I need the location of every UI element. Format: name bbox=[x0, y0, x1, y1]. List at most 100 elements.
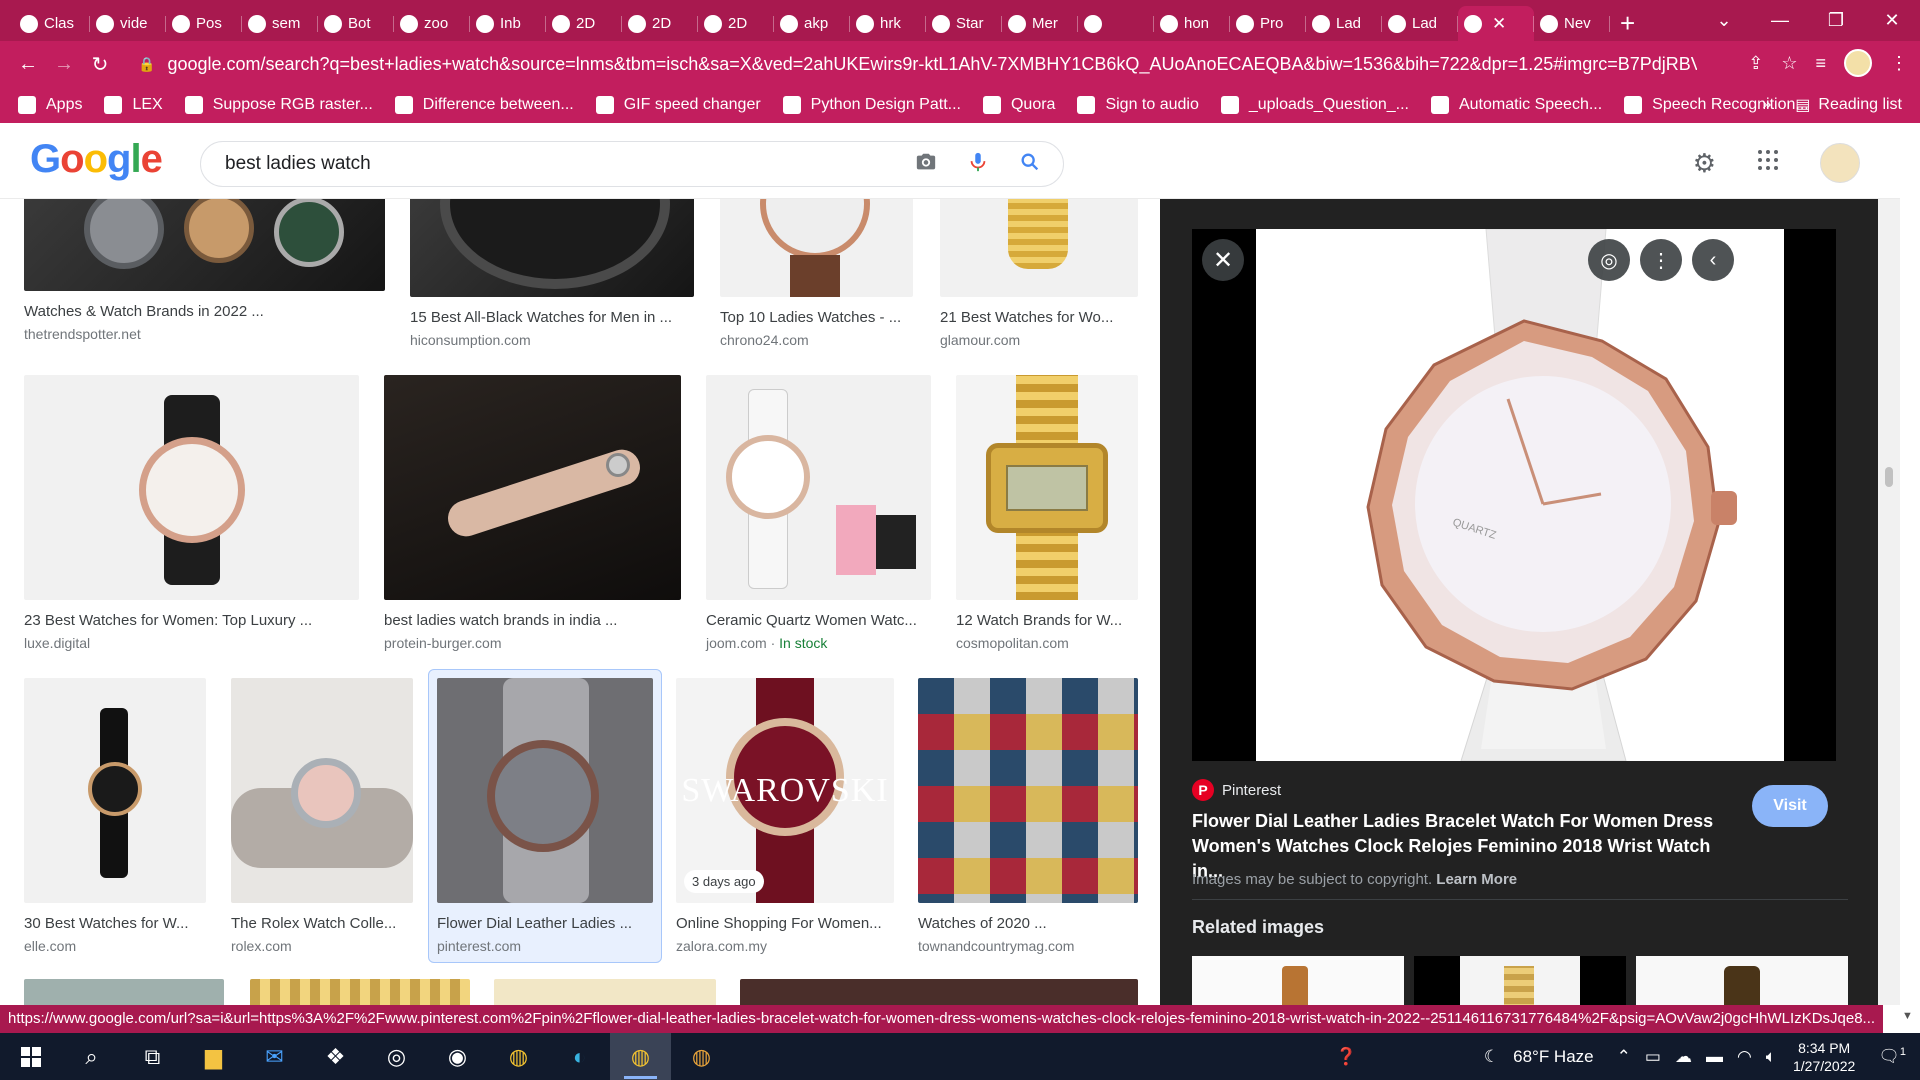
result-thumbnail[interactable] bbox=[918, 678, 1138, 903]
tab[interactable]: Pro bbox=[1230, 6, 1306, 41]
task-view-icon[interactable]: ⧉ bbox=[122, 1033, 183, 1080]
result-title[interactable]: Online Shopping For Women... bbox=[676, 915, 894, 932]
result-card[interactable] bbox=[494, 979, 716, 1005]
weather-text[interactable]: 68°F Haze bbox=[1513, 1047, 1594, 1067]
clock[interactable]: 8:34 PM 1/27/2022 bbox=[1793, 1039, 1855, 1075]
tab[interactable]: sem bbox=[242, 6, 318, 41]
result-thumbnail[interactable] bbox=[956, 375, 1138, 600]
result-title[interactable]: Flower Dial Leather Ladies ... bbox=[437, 915, 653, 932]
related-image[interactable] bbox=[1636, 956, 1848, 1005]
apps-grid-icon[interactable] bbox=[1756, 148, 1780, 179]
bookmarks-overflow-chevron[interactable]: » bbox=[1762, 96, 1771, 114]
result-title[interactable]: Top 10 Ladies Watches - ... bbox=[720, 309, 913, 326]
bookmark-item[interactable]: Apps bbox=[18, 96, 82, 114]
preview-source[interactable]: P Pinterest bbox=[1192, 779, 1281, 801]
result-thumbnail[interactable] bbox=[940, 199, 1138, 297]
tab[interactable]: Bot bbox=[318, 6, 394, 41]
search-icon[interactable]: ⌕ bbox=[61, 1033, 122, 1080]
result-card[interactable]: Watches of 2020 ... townandcountrymag.co… bbox=[918, 678, 1138, 954]
microphone-icon[interactable] bbox=[967, 151, 989, 179]
onedrive-cloud-icon[interactable]: ☁ bbox=[1675, 1047, 1692, 1067]
tab[interactable]: hon bbox=[1154, 6, 1230, 41]
visit-button[interactable]: Visit bbox=[1752, 785, 1828, 827]
tab[interactable]: Star bbox=[926, 6, 1002, 41]
address-url[interactable]: google.com/search?q=best+ladies+watch&so… bbox=[167, 54, 1697, 75]
result-thumbnail[interactable] bbox=[384, 375, 681, 600]
result-thumbnail[interactable] bbox=[410, 199, 694, 297]
account-avatar[interactable] bbox=[1820, 143, 1860, 183]
search-input[interactable]: best ladies watch bbox=[225, 153, 371, 175]
tab-active[interactable]: ✕ bbox=[1458, 6, 1534, 41]
bookmark-item[interactable]: _uploads_Question_... bbox=[1220, 96, 1409, 114]
result-title[interactable]: 23 Best Watches for Women: Top Luxury ..… bbox=[24, 612, 359, 629]
back-button[interactable]: ← bbox=[10, 53, 46, 76]
wifi-icon[interactable]: ◠ bbox=[1737, 1047, 1752, 1067]
chrome-canary-icon[interactable]: ◍ bbox=[671, 1033, 732, 1080]
lock-icon[interactable]: 🔒 bbox=[138, 56, 155, 73]
reading-list-button[interactable]: ▤ Reading list bbox=[1795, 95, 1902, 115]
mail-icon[interactable]: ✉ bbox=[244, 1033, 305, 1080]
menu-kebab-icon[interactable]: ⋮ bbox=[1890, 53, 1908, 74]
reload-button[interactable]: ↻ bbox=[82, 52, 118, 77]
chrome-active-icon[interactable]: ◍ bbox=[610, 1033, 671, 1080]
new-tab-button[interactable]: + bbox=[1620, 6, 1635, 41]
next-image-icon[interactable]: › bbox=[1744, 239, 1786, 281]
notifications-icon[interactable]: 🗨︎1 bbox=[1878, 1046, 1906, 1067]
minimize-button[interactable]: — bbox=[1752, 10, 1808, 31]
page-scrollbar[interactable] bbox=[1878, 199, 1900, 1005]
related-image[interactable] bbox=[1192, 956, 1404, 1005]
result-card[interactable]: 23 Best Watches for Women: Top Luxury ..… bbox=[24, 375, 359, 651]
address-bar[interactable]: 🔒 google.com/search?q=best+ladies+watch&… bbox=[138, 47, 1768, 81]
learn-more-link[interactable]: Learn More bbox=[1436, 871, 1517, 888]
forward-button[interactable]: → bbox=[46, 53, 82, 76]
result-thumbnail[interactable] bbox=[706, 375, 931, 600]
restore-button[interactable]: ❐ bbox=[1808, 10, 1864, 31]
result-card[interactable]: 15 Best All-Black Watches for Men in ...… bbox=[410, 199, 694, 348]
result-title[interactable]: Watches of 2020 ... bbox=[918, 915, 1138, 932]
preview-image[interactable]: QUARTZ bbox=[1256, 229, 1784, 761]
share-icon[interactable]: ⇪ bbox=[1748, 53, 1763, 74]
tab[interactable]: Inb bbox=[470, 6, 546, 41]
bookmark-item[interactable]: Difference between... bbox=[394, 96, 574, 114]
result-card[interactable]: Watches & Watch Brands in 2022 ... thetr… bbox=[24, 199, 385, 342]
result-card[interactable] bbox=[740, 979, 1138, 1005]
battery-icon[interactable]: ▬ bbox=[1706, 1047, 1723, 1067]
result-card[interactable]: 12 Watch Brands for W... cosmopolitan.co… bbox=[956, 375, 1138, 651]
tab-close-icon[interactable]: ✕ bbox=[1492, 14, 1506, 34]
close-window-button[interactable]: ✕ bbox=[1864, 10, 1920, 31]
previous-image-icon[interactable]: ‹ bbox=[1692, 239, 1734, 281]
app-circle-icon[interactable]: ◎ bbox=[366, 1033, 427, 1080]
volume-icon[interactable]: 🔈︎ bbox=[1766, 1047, 1776, 1067]
result-thumbnail[interactable] bbox=[437, 678, 653, 903]
tab[interactable]: Lad bbox=[1306, 6, 1382, 41]
tab[interactable]: 2D bbox=[622, 6, 698, 41]
tab[interactable]: vide bbox=[90, 6, 166, 41]
bookmark-item[interactable]: LEX bbox=[104, 96, 163, 114]
result-thumbnail[interactable] bbox=[720, 199, 913, 297]
result-card[interactable]: 30 Best Watches for W... elle.com bbox=[24, 678, 206, 954]
tab[interactable]: zoo bbox=[394, 6, 470, 41]
camera-app-icon[interactable]: ◉ bbox=[427, 1033, 488, 1080]
result-thumbnail[interactable] bbox=[231, 678, 413, 903]
result-title[interactable]: 30 Best Watches for W... bbox=[24, 915, 206, 932]
dropbox-icon[interactable]: ❖ bbox=[305, 1033, 366, 1080]
result-title[interactable]: 21 Best Watches for Wo... bbox=[940, 309, 1138, 326]
camera-icon[interactable] bbox=[915, 151, 937, 179]
tab[interactable]: Lad bbox=[1382, 6, 1458, 41]
profile-avatar[interactable] bbox=[1844, 49, 1872, 77]
result-thumbnail[interactable] bbox=[24, 199, 385, 291]
tablet-icon[interactable]: ▭ bbox=[1645, 1047, 1661, 1067]
more-options-icon[interactable]: ⋮ bbox=[1640, 239, 1682, 281]
result-title[interactable]: best ladies watch brands in india ... bbox=[384, 612, 681, 629]
bookmark-item[interactable]: Automatic Speech... bbox=[1430, 96, 1602, 114]
result-title[interactable]: 15 Best All-Black Watches for Men in ... bbox=[410, 309, 694, 326]
bookmark-item[interactable]: GIF speed changer bbox=[595, 96, 761, 114]
result-title[interactable]: Watches & Watch Brands in 2022 ... bbox=[24, 303, 385, 320]
bookmark-item[interactable]: Suppose RGB raster... bbox=[184, 96, 373, 114]
bookmark-item[interactable]: Sign to audio bbox=[1077, 96, 1199, 114]
tab[interactable]: Nev bbox=[1534, 6, 1610, 41]
result-card[interactable] bbox=[250, 979, 470, 1005]
tab-search-icon[interactable]: ⌄ bbox=[1696, 10, 1752, 31]
result-thumbnail[interactable] bbox=[24, 979, 224, 1005]
close-panel-button[interactable]: ✕ bbox=[1202, 239, 1244, 281]
